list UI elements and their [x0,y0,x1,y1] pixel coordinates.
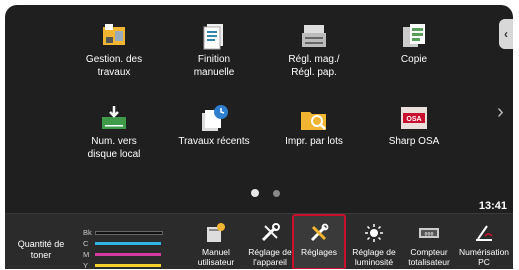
pc-scan-icon [476,225,493,241]
user-manual-icon [207,223,225,242]
touch-panel-screen: ‹ › Gestion. des travaux Finition manuel… [5,5,513,269]
bulk-print-icon [301,112,326,130]
device-settings-icon [261,223,280,242]
toner-row-y: Y [83,261,161,269]
next-page-arrow[interactable]: › [497,101,504,124]
tile-label: disque local [87,148,141,160]
settings-tools-icon [310,223,329,242]
tile-sharp-osa[interactable]: OSA Sharp OSA [364,103,464,149]
chevron-left-icon: ‹ [504,27,508,41]
tile-label: Num. vers [91,136,137,147]
tile-job-status[interactable]: Gestion. des travaux [64,21,164,79]
page-dot[interactable] [273,189,280,197]
dock-device-settings[interactable]: Réglage de l'appareil [241,214,299,269]
toner-key: M [83,249,90,259]
tile-scan-to-local-drive[interactable]: Num. vers disque local [64,103,164,161]
page-indicator [251,189,280,197]
manual-finishing-icon [203,24,223,50]
brightness-icon [365,224,383,242]
tile-tray-settings[interactable]: Régl. mag./ Régl. pap. [264,21,364,79]
tile-label: manuelle [193,66,235,78]
dock-user-manual[interactable]: Manuel utilisateur [187,214,245,269]
dock-brightness[interactable]: Réglage de luminosité [345,214,403,269]
bottom-dock: Quantité de toner Bk C M Y Manuel utilisat… [5,213,513,269]
tile-label: Régl. mag./ [288,54,340,65]
tile-label: Copie [400,54,428,65]
dock-settings[interactable]: Réglages [292,214,346,269]
tile-label: Sharp OSA [388,136,440,147]
tile-manual-finishing[interactable]: Finition manuelle [164,21,264,79]
toner-level-gauges[interactable]: Bk C M Y [83,227,163,269]
tile-label: Régl. pap. [291,66,337,78]
toner-key: Bk [83,227,92,237]
recent-jobs-icon [202,105,228,131]
toner-row-m: M [83,249,161,259]
toner-row-c: C [83,238,161,248]
toner-quantity-label: Quantité de toner [17,239,65,260]
toner-key: Y [83,260,89,270]
tile-label: Travaux récents [178,136,250,147]
toner-row-bk: Bk [83,227,163,237]
tile-label: Finition [197,54,231,65]
svg-text:OSA: OSA [406,116,421,123]
toner-bar-c [95,241,161,245]
page-dot-active[interactable] [251,189,259,197]
tile-label: travaux [97,66,131,78]
side-panel-toggle[interactable]: ‹ [499,19,513,49]
svg-text:000: 000 [424,232,433,238]
toner-bar-m [95,252,161,256]
dock-counter[interactable]: 000 Compteur totalisateur [400,214,458,269]
tile-label: Gestion. des [85,54,143,65]
toner-bar-bk [95,230,163,235]
sharp-osa-icon: OSA [401,107,427,129]
tray-settings-icon [302,25,326,47]
clock: 13:41 [478,200,507,212]
copy-icon [403,24,425,47]
tile-label: Impr. par lots [285,136,343,147]
dock-pc-scan[interactable]: Numérisation PC [455,214,513,269]
tile-copy[interactable]: Copie [364,21,464,67]
job-status-icon [103,24,125,45]
counter-icon: 000 [419,228,439,238]
toner-bar-y [95,263,161,267]
tile-recent-jobs[interactable]: Travaux récents [164,103,264,149]
toner-key: C [83,238,89,248]
scan-to-local-drive-icon [102,106,126,129]
tile-bulk-print[interactable]: Impr. par lots [264,103,364,149]
